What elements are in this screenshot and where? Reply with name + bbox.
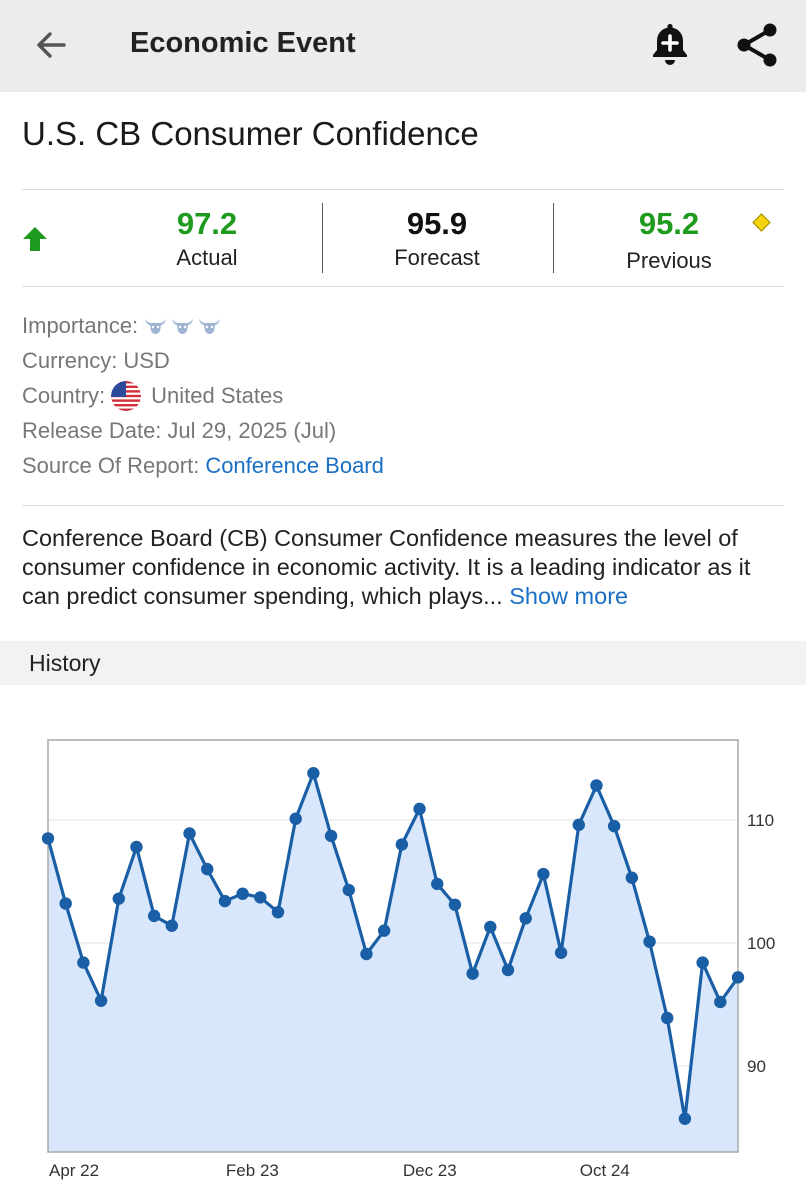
release-value: Jul 29, 2025 (Jul) [167, 418, 337, 443]
previous-stat: 95.2 Previous [604, 204, 734, 275]
data-point[interactable] [484, 920, 497, 934]
chart-y-axis: 110 100 90 [747, 811, 775, 1076]
forecast-label: Forecast [394, 245, 480, 270]
x-tick-label: Apr 22 [49, 1161, 99, 1180]
x-tick-label: Dec 23 [403, 1161, 457, 1180]
y-tick-label: 90 [747, 1057, 766, 1076]
event-description: Conference Board (CB) Consumer Confidenc… [22, 524, 792, 611]
x-tick-label: Oct 24 [580, 1161, 630, 1180]
data-point[interactable] [714, 995, 727, 1009]
country-value: United States [151, 383, 284, 408]
separator [322, 203, 323, 273]
data-point[interactable] [324, 829, 338, 843]
history-title: History [29, 650, 101, 676]
data-point[interactable] [501, 963, 515, 977]
data-point[interactable] [466, 967, 479, 980]
bull-icon [145, 318, 167, 334]
data-point[interactable] [360, 947, 373, 961]
data-point[interactable] [731, 971, 745, 984]
previous-value: 95.2 [638, 206, 700, 241]
data-point[interactable] [643, 935, 656, 948]
stats-row: 97.2 Actual 95.9 Forecast 95.2 Previous [22, 190, 784, 286]
release-label: Release Date: [22, 418, 162, 443]
country-row: Country: United States [22, 378, 384, 413]
data-point[interactable] [607, 819, 621, 833]
data-point[interactable] [289, 812, 302, 825]
diamond-icon [752, 213, 771, 232]
actual-label: Actual [176, 245, 238, 270]
arrow-left-icon[interactable] [30, 24, 72, 66]
description-text: Conference Board (CB) Consumer Confidenc… [22, 525, 751, 609]
share-icon[interactable] [732, 20, 782, 70]
country-label: Country: [22, 383, 106, 408]
bull-icon [199, 318, 221, 334]
data-point[interactable] [395, 838, 409, 851]
currency-row: Currency: USD [22, 343, 384, 378]
y-tick-label: 100 [747, 934, 775, 953]
data-point[interactable] [236, 887, 249, 900]
data-point[interactable] [254, 891, 267, 904]
data-point[interactable] [201, 862, 214, 876]
actual-value: 97.2 [176, 206, 238, 241]
previous-label: Previous [626, 248, 712, 273]
history-chart: 110 100 90 Apr 22 Feb 23 Dec 23 Oct 24 [41, 739, 775, 1180]
chart-x-axis: Apr 22 Feb 23 Dec 23 Oct 24 [49, 1161, 630, 1180]
data-point[interactable] [218, 894, 232, 908]
history-header: History [0, 641, 806, 685]
data-point[interactable] [519, 912, 532, 925]
data-point[interactable] [147, 909, 161, 923]
data-point[interactable] [413, 802, 426, 816]
source-label: Source Of Report: [22, 453, 200, 478]
actual-stat: 97.2 Actual [142, 204, 272, 272]
data-point[interactable] [678, 1112, 692, 1125]
data-point[interactable] [130, 840, 143, 854]
data-point[interactable] [165, 919, 179, 932]
data-point[interactable] [307, 767, 320, 780]
arrow-up-icon [23, 227, 47, 251]
forecast-stat: 95.9 Forecast [372, 204, 502, 272]
chart-area-fill [48, 773, 738, 1152]
importance-row: Importance: [22, 308, 384, 343]
data-point[interactable] [625, 871, 639, 884]
separator [553, 203, 554, 273]
divider [22, 505, 784, 506]
bell-plus-icon[interactable] [646, 20, 694, 70]
us-flag-icon [111, 380, 142, 411]
divider [22, 286, 784, 287]
data-point[interactable] [112, 892, 125, 905]
event-details: Importance: Currency: USD Country: Unite… [22, 308, 384, 483]
page-title: Economic Event [130, 27, 356, 59]
data-point[interactable] [94, 994, 108, 1007]
source-row: Source Of Report: Conference Board [22, 448, 384, 483]
show-more-link[interactable]: Show more [509, 583, 628, 609]
data-point[interactable] [537, 867, 550, 881]
currency-value: USD [123, 348, 170, 373]
y-tick-label: 110 [747, 811, 774, 830]
release-row: Release Date: Jul 29, 2025 (Jul) [22, 413, 384, 448]
data-point[interactable] [572, 818, 585, 832]
event-title: U.S. CB Consumer Confidence [22, 115, 479, 152]
importance-bulls [144, 317, 221, 335]
app-bar: Economic Event [0, 0, 806, 92]
forecast-value: 95.9 [406, 206, 468, 241]
data-point[interactable] [77, 956, 90, 969]
data-point[interactable] [661, 1011, 674, 1025]
data-point[interactable] [59, 897, 72, 910]
data-point[interactable] [590, 779, 603, 792]
data-point[interactable] [431, 877, 444, 891]
source-link[interactable]: Conference Board [205, 448, 384, 483]
bull-icon [172, 318, 194, 334]
data-point[interactable] [448, 898, 462, 911]
data-point[interactable] [183, 827, 196, 840]
data-point[interactable] [377, 924, 391, 937]
importance-label: Importance: [22, 313, 139, 338]
x-tick-label: Feb 23 [226, 1161, 279, 1180]
data-point[interactable] [271, 905, 285, 919]
data-point[interactable] [342, 883, 355, 897]
currency-label: Currency: [22, 348, 118, 373]
data-point[interactable] [696, 956, 709, 969]
data-point[interactable] [41, 832, 55, 845]
data-point[interactable] [554, 946, 568, 959]
